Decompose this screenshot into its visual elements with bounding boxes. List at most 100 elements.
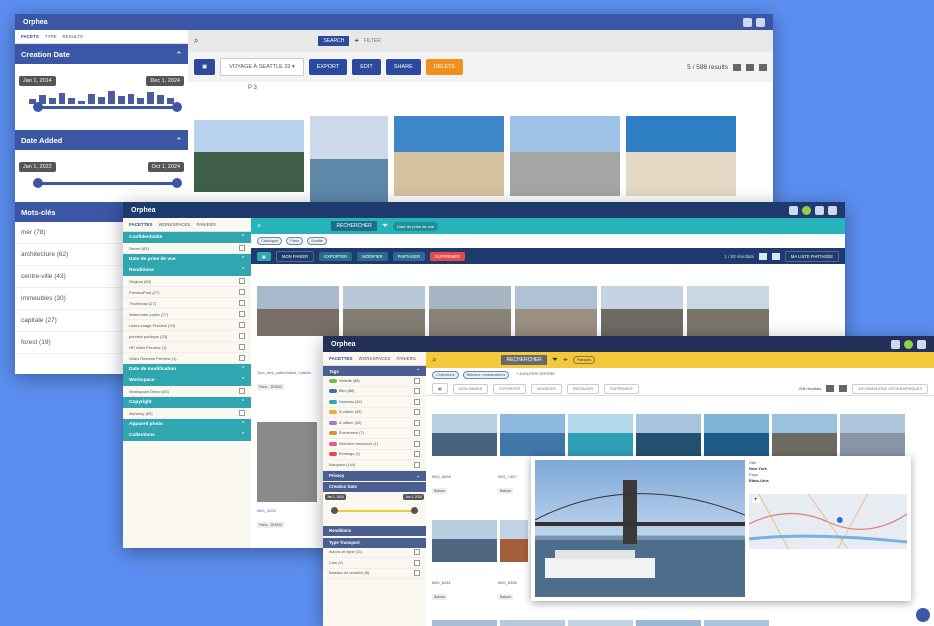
photo-thumbnail[interactable]	[704, 414, 769, 456]
grid-view-icon[interactable]	[758, 252, 767, 260]
gear-icon[interactable]	[815, 205, 824, 215]
list-view-icon[interactable]	[746, 63, 754, 71]
renditions-header[interactable]: Renditions	[323, 525, 426, 536]
photo-thumbnail[interactable]	[636, 414, 701, 456]
tag-item[interactable]: Événement (7)	[323, 429, 426, 439]
facet-section-header[interactable]: Collections ⌃	[123, 430, 251, 441]
select-all-button[interactable]: ▣	[194, 59, 216, 75]
facet-section-header[interactable]: Copyright ⌃	[123, 397, 251, 408]
tag-item[interactable]: Vedette (88)	[323, 376, 426, 387]
table-view-icon[interactable]	[759, 63, 767, 71]
checkbox[interactable]	[414, 549, 420, 556]
filter-chip[interactable]: Catalogue	[257, 237, 283, 245]
date-added-slider[interactable]: Jan 1, 2022 Oct 1, 2024	[15, 150, 188, 198]
location-map[interactable]: +	[749, 494, 907, 549]
range-start-handle[interactable]	[33, 102, 43, 112]
tab-workspaces[interactable]: WORKSPACES	[159, 222, 191, 227]
search-button[interactable]: RECHERCHER	[331, 221, 377, 231]
zoom-in-button[interactable]: +	[752, 497, 760, 503]
bell-icon[interactable]	[891, 339, 900, 349]
facet-item[interactable]: Vidéo Resume Preview (1)	[123, 353, 251, 364]
export-button[interactable]: EXPORTER	[319, 251, 353, 261]
checkbox[interactable]	[414, 388, 420, 395]
facet-section-header[interactable]: Date de modification ⌃	[123, 364, 251, 375]
filter-chip[interactable]: Collections	[432, 371, 459, 379]
facet-item[interactable]: Alchemy (83)	[123, 408, 251, 419]
filter-button[interactable]: FILTER	[364, 38, 381, 44]
facet-item[interactable]: Watermark public (27)	[123, 309, 251, 320]
checkbox[interactable]	[414, 377, 420, 384]
filter-icon[interactable]: ⏷	[552, 355, 558, 365]
tag-item[interactable]: Nouveau (62)	[323, 397, 426, 408]
facet-item[interactable]: Avions de ligne (11)	[323, 548, 426, 558]
range-start-handle[interactable]	[33, 178, 43, 188]
tab-results[interactable]: RESULTS	[63, 34, 83, 39]
share-button[interactable]: PARTAGER	[392, 251, 425, 261]
facet-section-header[interactable]: Appareil photo ⌃	[123, 419, 251, 430]
bell-icon[interactable]	[743, 17, 752, 27]
edit-button[interactable]: EDIT	[352, 59, 381, 75]
result-card[interactable]: IMG_6281 Bateau	[432, 578, 494, 603]
photo-thumbnail[interactable]	[772, 414, 837, 456]
checkbox[interactable]	[239, 300, 245, 306]
tab-paniers[interactable]: PANIERS	[196, 222, 215, 227]
tags-header[interactable]: Tags ⌃	[323, 366, 426, 376]
select-all-button[interactable]: ▣	[257, 251, 271, 261]
filter-chip[interactable]: Bateaux, embarcations	[462, 371, 510, 379]
result-card[interactable]: Tour_des_cathedrales_Lutetia Paris - 2EM…	[257, 368, 317, 393]
tag-item[interactable]: Marqueur (144)	[323, 460, 426, 471]
export-button[interactable]: EXPORTER	[493, 383, 527, 394]
photo-thumbnail[interactable]	[343, 286, 425, 336]
facet-item[interactable]: Cars (9)	[323, 558, 426, 569]
add-criterion-link[interactable]: + AJOUTER CRITÈRE	[513, 371, 558, 379]
photo-thumbnail[interactable]	[840, 414, 905, 456]
edit-button[interactable]: MODIFIER	[357, 251, 388, 261]
checkbox[interactable]	[414, 559, 420, 566]
menu-icon[interactable]	[828, 205, 837, 215]
photo-thumbnail[interactable]	[626, 116, 736, 196]
tag-item[interactable]: Embargo (1)	[323, 450, 426, 460]
export-button[interactable]: EXPORT	[308, 59, 348, 75]
checkbox[interactable]	[239, 278, 245, 284]
photo-thumbnail[interactable]	[257, 422, 317, 502]
photo-thumbnail[interactable]	[515, 286, 597, 336]
location-pin-icon[interactable]: ⌖	[563, 355, 568, 365]
photo-thumbnail[interactable]	[310, 116, 388, 211]
scroll-top-button[interactable]	[916, 608, 930, 622]
avatar[interactable]	[802, 205, 811, 215]
date-filter-chip[interactable]: Date de prise de vue	[393, 221, 439, 231]
photo-thumbnail[interactable]	[704, 620, 769, 626]
photo-thumbnail[interactable]	[194, 120, 304, 192]
basket-dropdown[interactable]: MON PANIER	[275, 250, 315, 262]
range-end-handle[interactable]	[172, 178, 182, 188]
photo-thumbnail[interactable]	[394, 116, 504, 196]
geo-info-dropdown[interactable]: INFORMATIONS GÉOGRAPHIQUES	[852, 383, 928, 394]
facet-item[interactable]: Bateaux de croisière (6)	[323, 569, 426, 579]
result-card[interactable]: IMG_6098 Bateau	[432, 472, 494, 497]
facet-item[interactable]: Secret (83)	[123, 243, 251, 254]
checkbox[interactable]	[239, 344, 245, 350]
tab-workspaces[interactable]: WORKSPACES	[359, 356, 391, 361]
selection-dropdown[interactable]: VOYAGE À SEATTLE 33 ▾	[220, 58, 304, 76]
checkbox[interactable]	[414, 461, 420, 468]
facet-item[interactable]: PreviewPost (27)	[123, 287, 251, 298]
facet-item[interactable]: HP vidéo Preview (1)	[123, 342, 251, 353]
edit-button[interactable]: MODIFIER	[531, 383, 562, 394]
tag-item[interactable]: À utiliser (30)	[323, 418, 426, 429]
photo-thumbnail[interactable]	[601, 286, 683, 336]
photo-thumbnail[interactable]	[257, 286, 339, 336]
list-view-icon[interactable]	[771, 252, 780, 260]
facet-item[interactable]: Original (83)	[123, 276, 251, 287]
list-view-icon[interactable]	[839, 385, 848, 392]
privacy-header[interactable]: Privacy ⌄	[323, 470, 426, 481]
result-card[interactable]: IMG_6396 Bateau	[498, 578, 528, 603]
facet-section-header[interactable]: Confidentialité ⌃	[123, 232, 251, 243]
range-end-handle[interactable]	[172, 102, 182, 112]
checkbox[interactable]	[239, 333, 245, 339]
photo-thumbnail[interactable]	[432, 414, 497, 456]
checkbox[interactable]	[239, 311, 245, 317]
photo-thumbnail[interactable]	[636, 620, 701, 626]
facet-item[interactable]: Workspace Demo (83)	[123, 386, 251, 397]
checkbox[interactable]	[239, 355, 245, 361]
checkbox[interactable]	[414, 419, 420, 426]
